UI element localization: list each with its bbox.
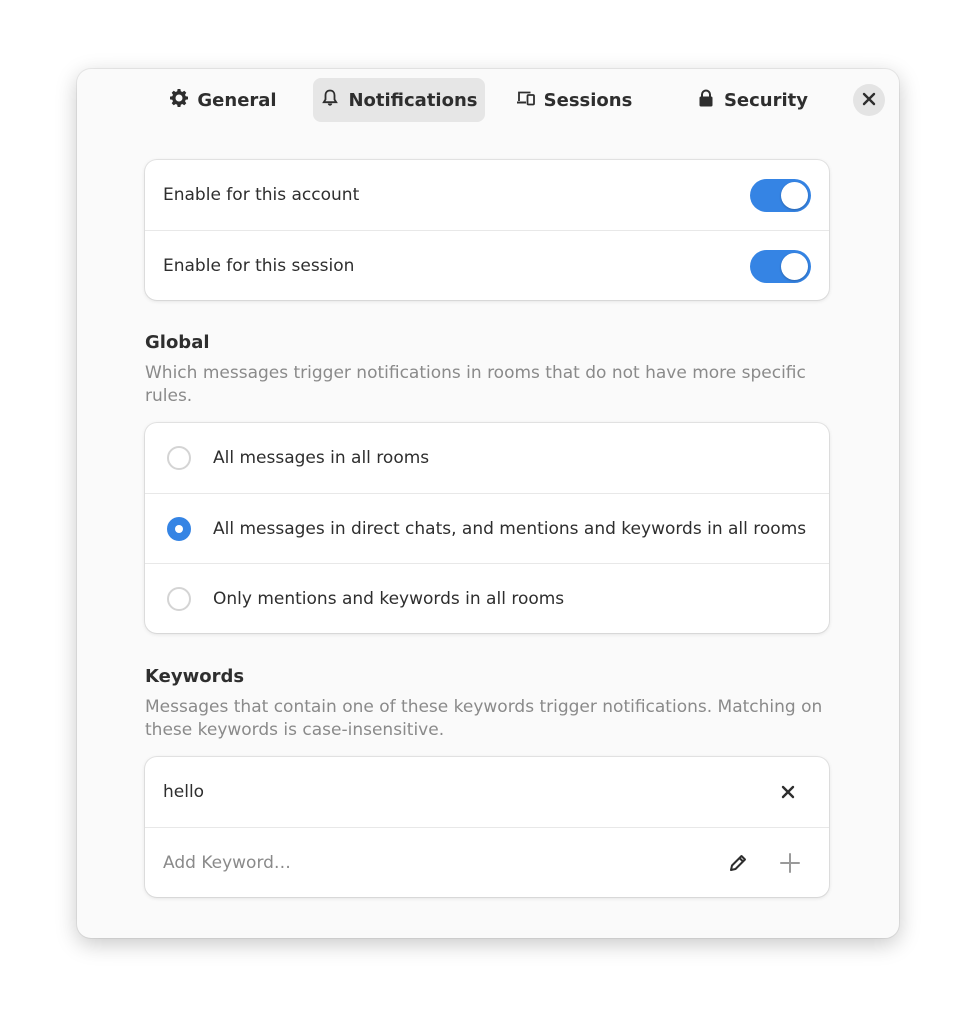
radio-button[interactable] xyxy=(167,586,191,611)
tab-bar: General Notifications Sessions Security xyxy=(77,78,899,122)
global-option-all-rooms[interactable]: All messages in all rooms xyxy=(145,423,829,493)
account-notifications-switch[interactable] xyxy=(750,179,811,212)
tab-security-label: Security xyxy=(723,89,809,111)
pencil-icon xyxy=(727,852,749,874)
global-option-label: Only mentions and keywords in all rooms xyxy=(213,588,565,609)
close-button[interactable] xyxy=(853,84,885,116)
global-option-mentions-only[interactable]: Only mentions and keywords in all rooms xyxy=(145,563,829,633)
devices-icon xyxy=(516,88,536,113)
session-toggle-row[interactable]: Enable for this session xyxy=(145,230,829,300)
global-option-label: All messages in all rooms xyxy=(213,448,430,468)
enable-toggles-card: Enable for this account Enable for this … xyxy=(145,160,829,300)
close-icon xyxy=(781,785,795,799)
tab-general-label: General xyxy=(197,89,277,111)
tab-sessions[interactable]: Sessions xyxy=(511,78,637,122)
bell-icon xyxy=(320,88,340,113)
keywords-section-description: Messages that contain one of these keywo… xyxy=(145,697,823,740)
tab-notifications-label: Notifications xyxy=(348,89,478,111)
tab-notifications[interactable]: Notifications xyxy=(313,78,485,122)
remove-keyword-button[interactable] xyxy=(779,783,797,801)
global-section-title: Global xyxy=(145,332,210,353)
session-toggle-label: Enable for this session xyxy=(163,255,355,276)
account-toggle-label: Enable for this account xyxy=(163,185,360,205)
tab-general[interactable]: General xyxy=(163,78,283,122)
add-keyword-row[interactable]: Add Keyword… xyxy=(145,827,829,897)
radio-button-selected[interactable] xyxy=(167,516,191,541)
gear-icon xyxy=(169,88,189,113)
account-toggle-row[interactable]: Enable for this account xyxy=(145,160,829,230)
add-keyword-input[interactable]: Add Keyword… xyxy=(163,853,291,873)
preferences-dialog: General Notifications Sessions Security xyxy=(77,69,899,938)
global-option-direct-chats[interactable]: All messages in direct chats, and mentio… xyxy=(145,493,829,563)
global-option-label: All messages in direct chats, and mentio… xyxy=(213,518,807,539)
global-section-description: Which messages trigger notifications in … xyxy=(145,363,806,406)
keywords-card: hello Add Keyword… xyxy=(145,757,829,897)
keyword-text: hello xyxy=(163,782,205,802)
tab-security[interactable]: Security xyxy=(692,78,812,122)
radio-button[interactable] xyxy=(167,446,191,470)
keywords-section-title: Keywords xyxy=(145,666,245,687)
close-icon xyxy=(862,91,876,110)
global-options-card: All messages in all rooms All messages i… xyxy=(145,423,829,633)
add-keyword-button[interactable] xyxy=(779,852,801,874)
keyword-row: hello xyxy=(145,757,829,827)
tab-sessions-label: Sessions xyxy=(543,89,633,111)
lock-icon xyxy=(696,88,716,113)
session-notifications-switch[interactable] xyxy=(750,250,811,283)
plus-icon xyxy=(780,853,800,873)
